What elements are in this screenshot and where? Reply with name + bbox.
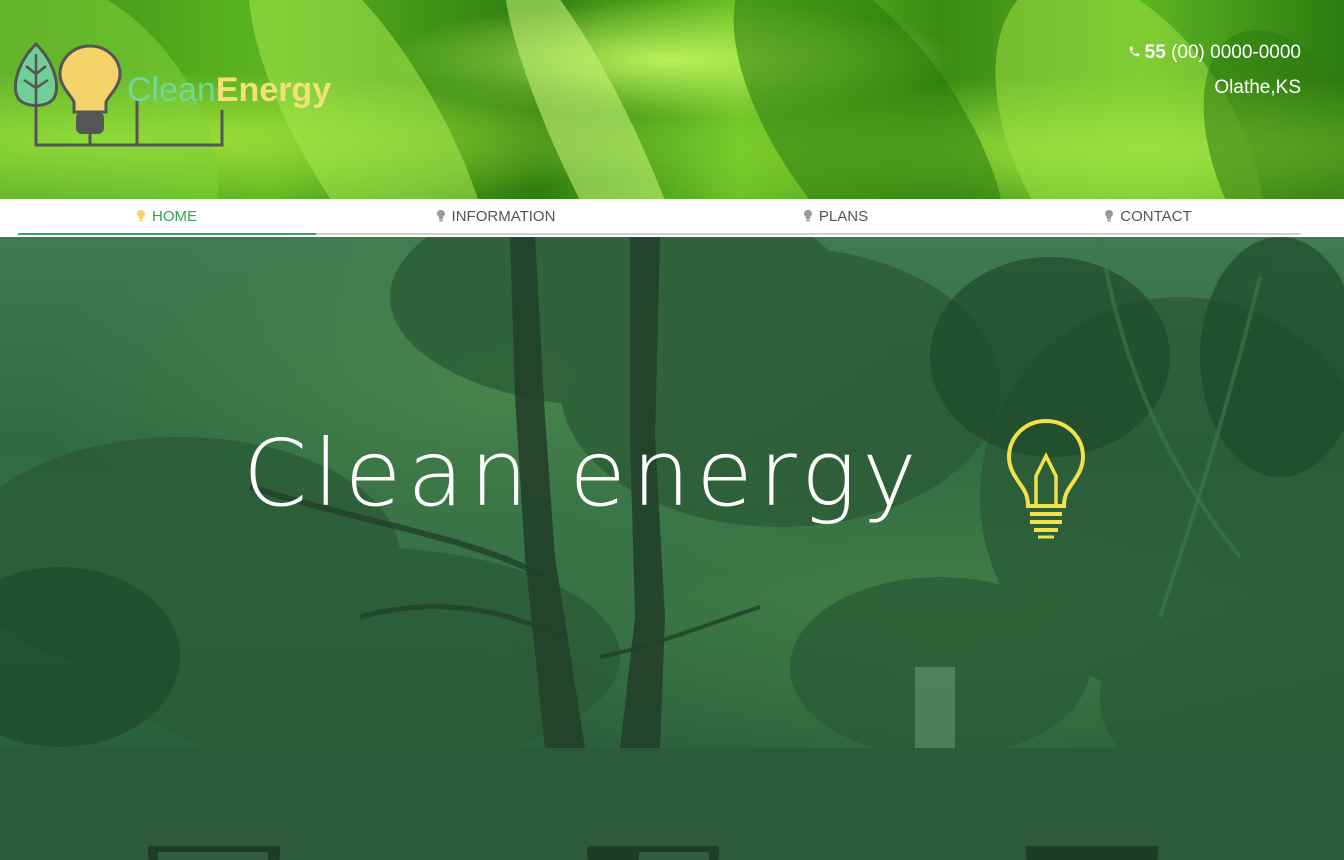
nav-bar: HOME INFORMATION PLANS CONTACT [18,199,1301,235]
nav-item-information[interactable]: INFORMATION [316,199,676,233]
hero-section: Clean energy [0,237,1344,748]
feature-card[interactable] [587,846,719,860]
lightbulb-icon [436,210,445,222]
nav-item-contact[interactable]: CONTACT [996,199,1301,233]
phone-line[interactable]: 55 (00) 0000-0000 [1128,36,1301,71]
nav-item-home[interactable]: HOME [18,199,316,235]
nav-label-contact: CONTACT [1120,207,1192,225]
phone-number: (00) 0000-0000 [1171,42,1301,63]
logo[interactable]: CleanEnergy [10,40,340,152]
lightbulb-icon [137,210,145,222]
lightbulb-icon [803,210,812,222]
main-nav: HOME INFORMATION PLANS CONTACT [0,199,1344,237]
logo-text-clean: Clean [127,71,216,109]
feature-card[interactable] [1026,846,1158,860]
phone-prefix: 55 [1144,42,1166,63]
location: Olathe,KS [1214,77,1301,98]
logo-text-energy: Energy [215,71,332,109]
nav-item-plans[interactable]: PLANS [676,199,996,233]
hero-title: Clean energy [243,420,923,527]
nav-label-plans: PLANS [818,207,869,225]
lightbulb-icon [1105,210,1114,222]
grass-blade [474,0,726,199]
nav-label-home: HOME [152,207,197,225]
feature-card[interactable] [148,846,280,860]
lightbulb-icon [1006,418,1086,539]
contact-info: 55 (00) 0000-0000 Olathe,KS [1128,36,1301,105]
phone-icon [1128,37,1141,71]
nav-label-information: INFORMATION [451,207,556,225]
features-section [0,748,1344,859]
logo-text: CleanEnergy [127,70,331,110]
header-banner: CleanEnergy 55 (00) 0000-0000 Olathe,KS [0,0,1344,199]
